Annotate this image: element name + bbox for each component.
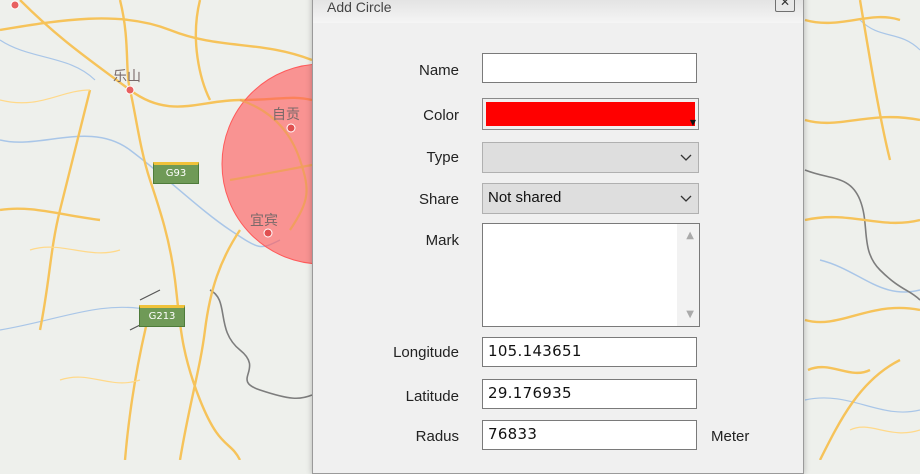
city-label-zigong: 自贡 — [272, 107, 300, 123]
dropdown-arrow-icon: ▼ — [689, 118, 696, 127]
longitude-field[interactable]: 105.143651 — [482, 337, 697, 367]
latitude-field[interactable]: 29.176935 — [482, 379, 697, 409]
close-icon: ✕ — [779, 0, 791, 9]
radius-field[interactable]: 76833 — [482, 420, 697, 450]
share-label: Share — [418, 191, 459, 208]
dialog-titlebar[interactable]: Add Circle ✕ — [313, 0, 803, 23]
share-select[interactable]: Not shared — [482, 183, 699, 214]
close-button[interactable]: ✕ — [775, 0, 795, 12]
city-label-yibin: 宜宾 — [250, 213, 278, 229]
share-select-value: Not shared — [488, 189, 562, 206]
highway-shield-g93: G93 — [153, 162, 199, 184]
highway-shield-g213: G213 — [139, 305, 185, 327]
color-label: Color — [423, 107, 459, 124]
color-swatch — [486, 102, 695, 126]
latitude-label: Latitude — [405, 388, 459, 405]
name-field[interactable] — [482, 53, 697, 83]
city-label-leshan: 乐山 — [113, 69, 141, 85]
radius-unit: Meter — [711, 428, 750, 445]
longitude-label: Longitude — [393, 344, 459, 361]
chevron-down-icon — [680, 154, 692, 161]
scroll-down-icon[interactable]: ▼ — [686, 309, 694, 320]
dialog-title: Add Circle — [327, 0, 392, 15]
type-label: Type — [426, 149, 459, 166]
scroll-up-icon[interactable]: ▲ — [686, 230, 694, 241]
mark-label: Mark — [425, 232, 459, 249]
radius-label: Radus — [415, 428, 459, 445]
name-label: Name — [418, 62, 459, 79]
add-circle-dialog: Add Circle ✕ Name Color ▼ Type Share Not… — [312, 0, 804, 474]
type-select[interactable] — [482, 142, 699, 173]
chevron-down-icon — [680, 195, 692, 202]
color-picker[interactable]: ▼ — [482, 98, 699, 130]
mark-textarea[interactable]: ▲ ▼ — [482, 223, 700, 327]
mark-scrollbar[interactable]: ▲ ▼ — [677, 224, 699, 326]
